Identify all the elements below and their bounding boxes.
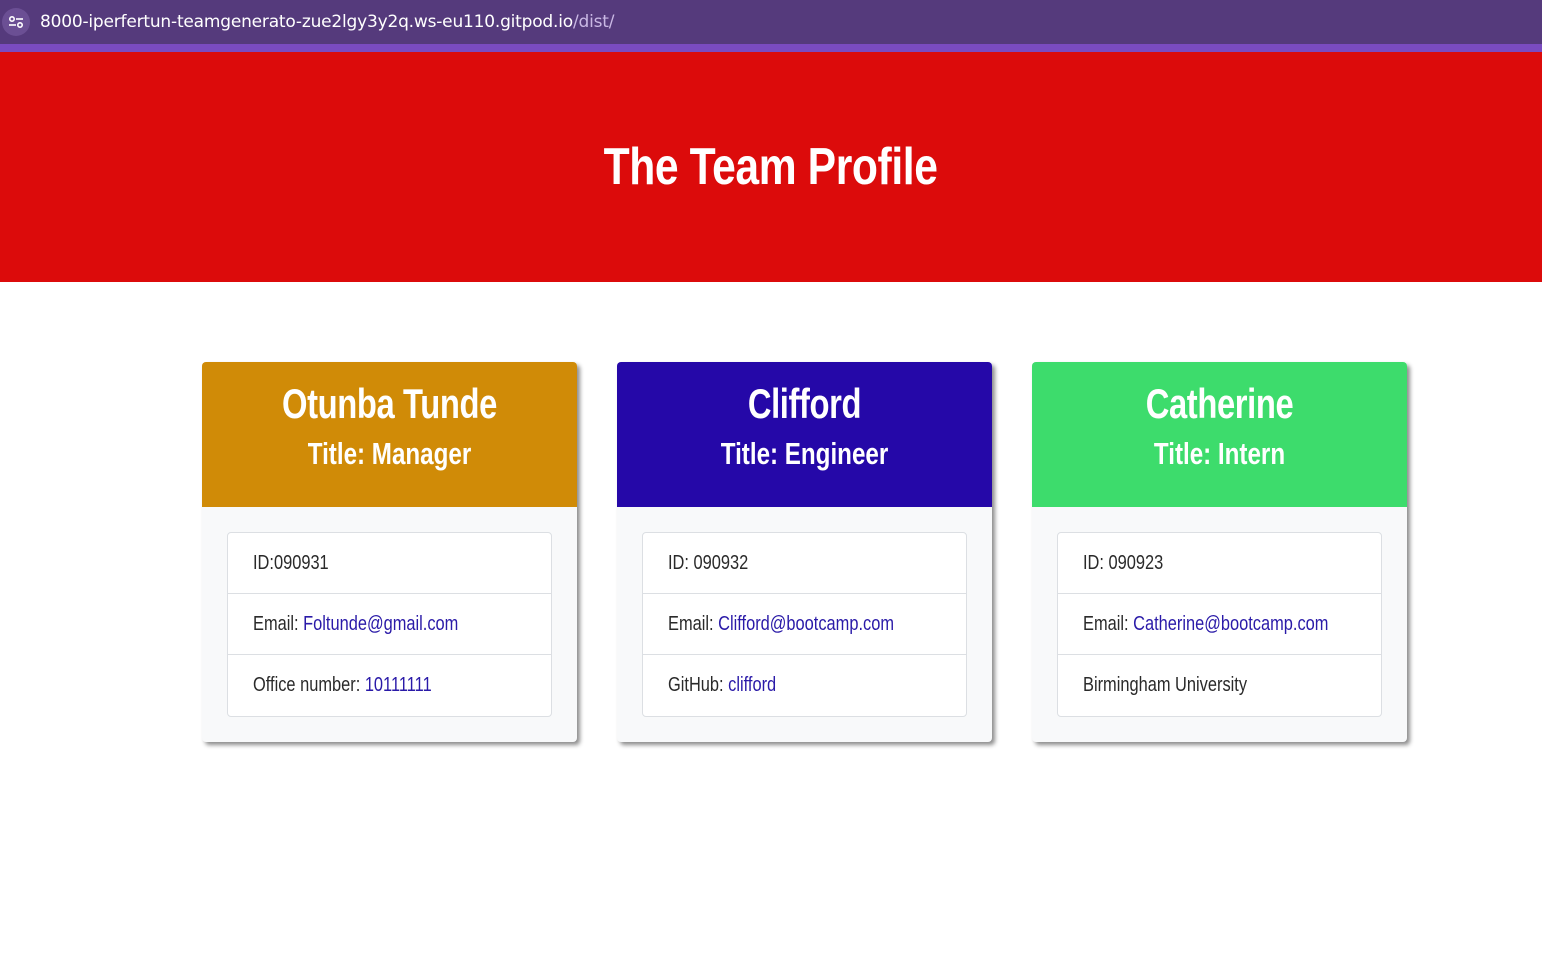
employee-title: Title: Intern (1153, 436, 1286, 471)
details-list: ID: 090923 Email: Catherine@bootcamp.com… (1057, 532, 1382, 717)
employee-name: Catherine (1145, 380, 1294, 427)
email-link[interactable]: Foltunde@gmail.com (303, 613, 458, 635)
office-number-item: Office number: 10111111 (228, 655, 551, 716)
details-list: ID: 090932 Email: Clifford@bootcamp.com … (642, 532, 967, 717)
engineer-card: Clifford Title: Engineer ID: 090932 Emai… (617, 362, 992, 742)
employee-title: Title: Engineer (720, 436, 889, 471)
id-item: ID: 090923 (1058, 533, 1381, 594)
email-item: Email: Clifford@bootcamp.com (643, 594, 966, 655)
team-cards: Otunba Tunde Title: Manager ID:090931 Em… (202, 362, 1407, 742)
employee-title: Title: Manager (307, 436, 472, 471)
email-label: Email: (253, 612, 304, 635)
github-label: GitHub: (668, 674, 729, 696)
employee-name: Clifford (747, 380, 862, 427)
url-field[interactable]: 8000-iperfertun-teamgenerato-zue2lgy3y2q… (40, 12, 614, 32)
email-item: Email: Foltunde@gmail.com (228, 594, 551, 655)
office-number-label: Office number: (253, 674, 365, 696)
page-header: The Team Profile (0, 52, 1542, 282)
site-info-button[interactable] (2, 8, 30, 36)
details-list: ID:090931 Email: Foltunde@gmail.com Offi… (227, 532, 552, 717)
browser-address-bar: 8000-iperfertun-teamgenerato-zue2lgy3y2q… (0, 0, 1542, 44)
github-link[interactable]: clifford (728, 674, 776, 696)
intern-card: Catherine Title: Intern ID: 090923 Email… (1032, 362, 1407, 742)
engineer-card-header: Clifford Title: Engineer (617, 362, 992, 507)
tune-icon (8, 15, 24, 29)
manager-card-header: Otunba Tunde Title: Manager (202, 362, 577, 507)
email-label: Email: (1083, 612, 1134, 635)
card-body: ID: 090923 Email: Catherine@bootcamp.com… (1032, 507, 1407, 742)
id-text: ID:090931 (253, 551, 329, 574)
email-item: Email: Catherine@bootcamp.com (1058, 594, 1381, 655)
page-title: The Team Profile (604, 138, 938, 196)
school-item: Birmingham University (1058, 655, 1381, 716)
url-host: 8000-iperfertun-teamgenerato-zue2lgy3y2q… (40, 12, 573, 32)
employee-name: Otunba Tunde (282, 380, 497, 427)
id-item: ID: 090932 (643, 533, 966, 594)
card-body: ID:090931 Email: Foltunde@gmail.com Offi… (202, 507, 577, 742)
id-item: ID:090931 (228, 533, 551, 594)
id-text: ID: 090932 (668, 551, 749, 574)
card-body: ID: 090932 Email: Clifford@bootcamp.com … (617, 507, 992, 742)
intern-card-header: Catherine Title: Intern (1032, 362, 1407, 507)
url-path: /dist/ (572, 12, 615, 32)
email-label: Email: (668, 612, 719, 635)
manager-card: Otunba Tunde Title: Manager ID:090931 Em… (202, 362, 577, 742)
email-link[interactable]: Clifford@bootcamp.com (718, 613, 894, 635)
email-link[interactable]: Catherine@bootcamp.com (1133, 613, 1328, 635)
browser-accent-strip (0, 44, 1542, 52)
github-item: GitHub: clifford (643, 655, 966, 716)
id-text: ID: 090923 (1083, 551, 1164, 574)
office-number-link[interactable]: 10111111 (365, 674, 432, 696)
school-text: Birmingham University (1083, 674, 1248, 696)
